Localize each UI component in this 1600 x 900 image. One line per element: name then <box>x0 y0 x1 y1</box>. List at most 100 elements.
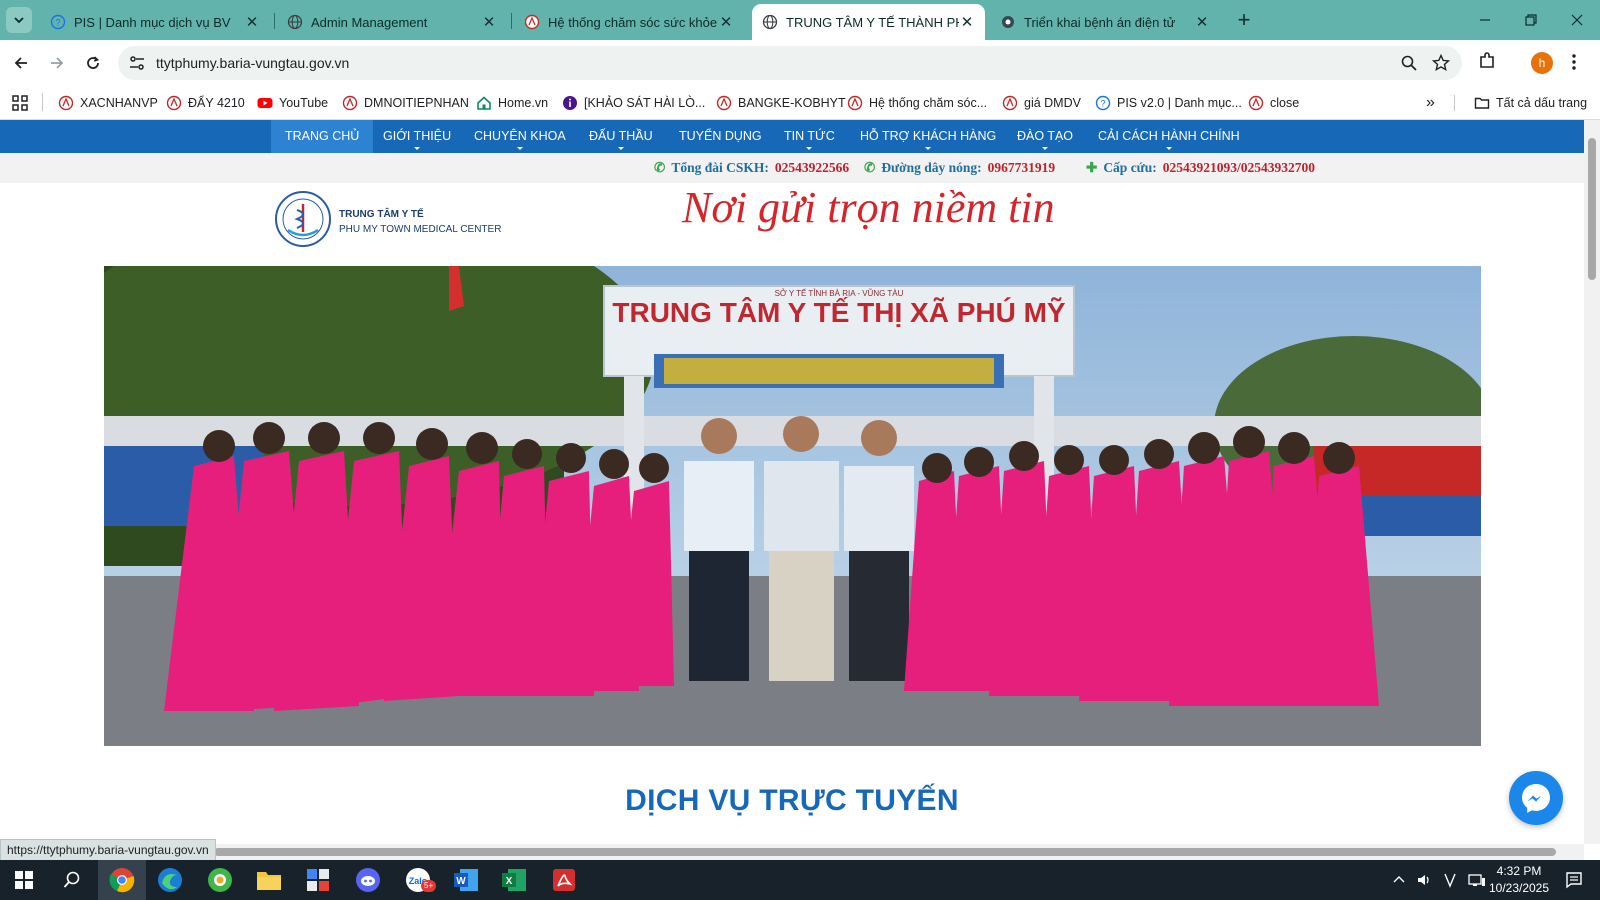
caret-down-icon <box>1165 147 1172 150</box>
scrollbar-thumb[interactable] <box>1588 138 1596 280</box>
bookmark-close[interactable]: close <box>1248 94 1299 112</box>
nav-tin-tuc[interactable]: TIN TỨC <box>770 120 849 153</box>
youtube-icon <box>257 98 273 108</box>
taskbar-app[interactable] <box>294 860 342 900</box>
plus-icon: ✚ <box>1086 160 1098 175</box>
bookmark-he-thong[interactable]: Hệ thống chăm sóc... <box>847 94 987 112</box>
taskbar-discord[interactable] <box>344 860 392 900</box>
back-button[interactable] <box>8 50 34 76</box>
scrollbar-thumb[interactable] <box>214 848 1556 856</box>
nav-chuyen-khoa[interactable]: CHUYÊN KHOA <box>460 120 580 153</box>
restore-button[interactable] <box>1516 8 1546 32</box>
network-icon[interactable] <box>1468 872 1486 888</box>
phone-icon: ✆ <box>864 160 876 175</box>
bookmark-xacnhanvp[interactable]: XACNHANVP <box>58 94 158 112</box>
nav-ho-tro-khach-hang[interactable]: HỖ TRỢ KHÁCH HÀNG <box>846 120 1010 153</box>
bookmark-bangke-kobhyt[interactable]: BANGKE-KOBHYT <box>716 94 846 112</box>
windows-logo-icon <box>15 871 33 889</box>
restore-icon <box>1525 14 1537 26</box>
taskbar-word[interactable]: W <box>442 860 490 900</box>
taskbar-chrome[interactable] <box>98 860 146 900</box>
nav-dao-tao[interactable]: ĐÀO TẠO <box>1003 120 1087 153</box>
bookmark-youtube[interactable]: YouTube <box>257 94 328 112</box>
all-bookmarks-folder[interactable]: Tất cả dấu trang <box>1474 94 1587 112</box>
tab-admin-management[interactable]: Admin Management ✕ <box>277 4 507 40</box>
close-icon[interactable]: ✕ <box>481 14 497 31</box>
close-icon[interactable]: ✕ <box>244 14 260 31</box>
vertical-scrollbar[interactable] <box>1584 120 1600 844</box>
taskbar-edge[interactable] <box>146 860 194 900</box>
more-menu-icon[interactable] <box>1570 52 1578 72</box>
close-window-button[interactable] <box>1562 8 1592 32</box>
caret-down-icon <box>806 147 813 150</box>
hero-banner-image: SỞ Y TẾ TỈNH BÀ RỊA - VŨNG TÀU TRUNG TÂM… <box>104 266 1481 746</box>
nav-trang-chu[interactable]: TRANG CHỦ <box>271 120 374 153</box>
bookmark-gia-dmdv[interactable]: giá DMDV <box>1002 94 1081 112</box>
nav-cai-cach-hanh-chinh[interactable]: CẢI CÁCH HÀNH CHÍNH <box>1084 120 1254 153</box>
hotline-label: Cấp cứu: <box>1103 160 1157 175</box>
close-icon[interactable]: ✕ <box>1194 14 1210 31</box>
taskbar-coccoc[interactable] <box>196 860 244 900</box>
tab-he-thong-cham-soc[interactable]: Hệ thống chăm sóc sức khỏe ✕ <box>514 4 744 40</box>
taskbar-file-explorer[interactable] <box>245 860 293 900</box>
file-explorer-icon <box>257 872 281 890</box>
tab-trien-khai-benh-an[interactable]: Triển khai bệnh án điện tử ✕ <box>990 4 1220 40</box>
site-logo[interactable] <box>274 190 332 248</box>
nav-tuyen-dung[interactable]: TUYỂN DỤNG <box>665 120 776 153</box>
nav-label: CHUYÊN KHOA <box>474 129 566 143</box>
hotline-number[interactable]: 02543921093/02543932700 <box>1163 160 1315 175</box>
nav-gioi-thieu[interactable]: GIỚI THIỆU <box>369 120 465 153</box>
extensions-icon[interactable] <box>1477 51 1497 71</box>
site-main-nav: TRANG CHỦ GIỚI THIỆU CHUYÊN KHOA ĐẤU THẦ… <box>0 120 1584 153</box>
minimize-icon <box>1480 19 1490 21</box>
chevron-up-icon[interactable] <box>1392 873 1406 887</box>
nav-dau-thau[interactable]: ĐẤU THẦU <box>575 120 667 153</box>
new-tab-button[interactable]: + <box>1233 9 1255 31</box>
site-settings-icon[interactable] <box>128 54 146 72</box>
tab-pis-danh-muc[interactable]: ? PIS | Danh mục dịch vụ BV ✕ <box>40 4 270 40</box>
bookmark-day-4210[interactable]: ĐẨY 4210 <box>166 94 245 112</box>
taskbar-excel[interactable]: X <box>490 860 538 900</box>
notification-badge: 5+ <box>421 880 437 892</box>
start-button[interactable] <box>0 860 48 900</box>
bookmark-pis-v2[interactable]: ? PIS v2.0 | Danh mục... <box>1095 94 1242 112</box>
bookmark-label: PIS v2.0 | Danh mục... <box>1117 96 1242 110</box>
reload-button[interactable] <box>80 50 106 76</box>
health-logo-icon <box>716 95 732 111</box>
bookmark-label: Home.vn <box>498 96 549 110</box>
search-button[interactable] <box>48 860 96 900</box>
action-center-button[interactable] <box>1552 860 1596 900</box>
hotline-number[interactable]: 0967731919 <box>988 160 1056 175</box>
tab-search-button[interactable] <box>6 7 32 33</box>
taskbar-clock[interactable]: 4:32 PM 10/23/2025 <box>1486 863 1552 897</box>
tab-label: Triển khai bệnh án điện tử <box>1024 14 1176 30</box>
taskbar-zalo[interactable]: Zalo 5+ <box>394 860 442 900</box>
messenger-chat-button[interactable] <box>1509 771 1563 825</box>
apps-grid-icon[interactable] <box>12 95 28 111</box>
forward-button[interactable] <box>44 50 70 76</box>
bookmark-dmnoitiepnhan[interactable]: DMNOITIEPNHAN <box>342 94 469 112</box>
bookmark-khao-sat[interactable]: [KHẢO SÁT HÀI LÒ... <box>562 94 705 112</box>
health-logo-icon <box>524 14 540 30</box>
close-icon[interactable]: ✕ <box>718 14 734 31</box>
tab-trung-tam-y-te[interactable]: TRUNG TÂM Y TẾ THÀNH PHỐ ✕ <box>752 4 985 40</box>
hotline-cap-cuu: ✚ Cấp cứu: 02543921093/02543932700 <box>1086 160 1315 176</box>
bookmark-home-vn[interactable]: Home.vn <box>476 94 548 112</box>
close-icon[interactable]: ✕ <box>959 14 975 31</box>
word-icon: W <box>454 869 478 891</box>
url-text[interactable]: ttytphumy.baria-vungtau.gov.vn <box>156 55 349 71</box>
volume-icon[interactable] <box>1416 872 1432 888</box>
pen-input-icon[interactable] <box>1442 872 1458 888</box>
profile-avatar[interactable]: h <box>1531 52 1553 74</box>
zoom-icon[interactable] <box>1400 54 1418 72</box>
hotline-number[interactable]: 02543922566 <box>775 160 849 175</box>
taskbar-acrobat[interactable] <box>540 860 588 900</box>
minimize-button[interactable] <box>1470 8 1500 32</box>
bookmark-star-icon[interactable] <box>1432 54 1450 72</box>
horizontal-scrollbar[interactable] <box>0 844 1584 860</box>
bookmarks-overflow-button[interactable]: » <box>1426 94 1435 112</box>
chrome-icon <box>109 868 135 893</box>
bookmark-label: XACNHANVP <box>80 96 158 110</box>
nav-label: ĐẤU THẦU <box>589 129 653 143</box>
address-bar[interactable]: ttytphumy.baria-vungtau.gov.vn <box>118 46 1462 80</box>
